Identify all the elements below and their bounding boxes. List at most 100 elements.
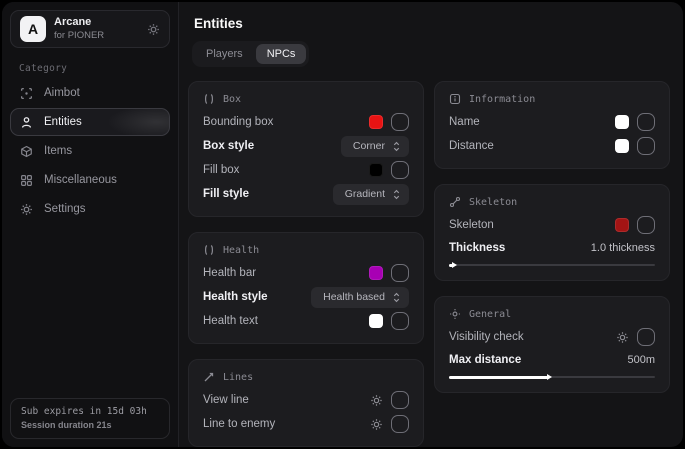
distance-checkbox[interactable] (637, 137, 655, 155)
distance-color-swatch[interactable] (615, 139, 629, 153)
box-card-header: Box (203, 90, 409, 108)
setting-row: Visibility check (449, 325, 655, 349)
setting-row: Health bar (203, 261, 409, 285)
row-label: Fill style (203, 188, 249, 200)
card-title-label: Health (223, 245, 259, 256)
card-title-label: Box (223, 94, 241, 105)
bone-icon (449, 196, 461, 208)
gear-icon[interactable] (370, 394, 383, 407)
skeleton-color-swatch[interactable] (615, 218, 629, 232)
row-label: Line to enemy (203, 418, 275, 430)
sidebar-item-settings[interactable]: Settings (10, 195, 170, 223)
sidebar-item-items[interactable]: Items (10, 137, 170, 165)
row-label: Health bar (203, 267, 256, 279)
cube-icon (20, 144, 34, 158)
lines-card: Lines View line (188, 359, 424, 447)
diagonal-line-icon (203, 371, 215, 383)
sun-icon (449, 308, 461, 320)
entity-icon (20, 115, 34, 129)
general-card-header: General (449, 305, 655, 323)
row-label: Box style (203, 140, 254, 152)
app-subtitle: for PIONER (54, 30, 104, 42)
brand-card: A Arcane for PIONER (10, 10, 170, 48)
subscription-expiry: Sub expires in 15d 03h (21, 406, 159, 417)
general-card: General Visibility check (434, 296, 670, 393)
setting-row: View line (203, 388, 409, 412)
row-label: Bounding box (203, 116, 273, 128)
bounding-box-checkbox[interactable] (391, 113, 409, 131)
bounding-box-color-swatch[interactable] (369, 115, 383, 129)
health-bar-checkbox[interactable] (391, 264, 409, 282)
app-logo: A (20, 16, 46, 42)
fill-box-color-swatch[interactable] (369, 163, 383, 177)
row-label: View line (203, 394, 249, 406)
row-label: Fill box (203, 164, 239, 176)
setting-row: Line to enemy (203, 412, 409, 436)
health-text-checkbox[interactable] (391, 312, 409, 330)
right-column: Information Name Distance (434, 81, 670, 393)
sidebar-item-miscellaneous[interactable]: Miscellaneous (10, 166, 170, 194)
health-bar-color-swatch[interactable] (369, 266, 383, 280)
card-title-label: General (469, 309, 511, 320)
fill-box-checkbox[interactable] (391, 161, 409, 179)
sidebar-nav: Aimbot Entities Items (10, 79, 170, 223)
skeleton-checkbox[interactable] (637, 216, 655, 234)
slider-track (449, 264, 655, 266)
slider-fill (449, 264, 453, 267)
setting-row: Box style Corner (203, 134, 409, 158)
sidebar-item-label: Aimbot (44, 87, 80, 99)
page-title: Entities (194, 16, 670, 31)
tab-players[interactable]: Players (195, 44, 254, 64)
card-title-label: Information (469, 94, 535, 105)
skeleton-card: Skeleton Skeleton Thickness 1.0 thicknes… (434, 184, 670, 281)
app-window: A Arcane for PIONER Category (2, 2, 683, 447)
select-value: Corner (353, 140, 385, 152)
box-style-select[interactable]: Corner (341, 136, 409, 157)
sidebar-item-aimbot[interactable]: Aimbot (10, 79, 170, 107)
max-distance-slider[interactable] (449, 372, 655, 382)
health-text-color-swatch[interactable] (369, 314, 383, 328)
view-line-checkbox[interactable] (391, 391, 409, 409)
information-card: Information Name Distance (434, 81, 670, 169)
line-to-enemy-checkbox[interactable] (391, 415, 409, 433)
subscription-card: Sub expires in 15d 03h Session duration … (10, 398, 170, 439)
slider-handle[interactable] (452, 262, 457, 268)
row-label: Name (449, 116, 480, 128)
app-name: Arcane (54, 16, 104, 30)
skeleton-card-header: Skeleton (449, 193, 655, 211)
gear-icon[interactable] (370, 418, 383, 431)
info-frame-icon (449, 93, 461, 105)
setting-row: Name (449, 110, 655, 134)
thickness-slider[interactable] (449, 260, 655, 270)
unfold-icon (392, 141, 401, 152)
fill-style-select[interactable]: Gradient (333, 184, 409, 205)
brand-text: Arcane for PIONER (54, 16, 104, 42)
tab-bar: Players NPCs (192, 41, 309, 67)
gear-icon[interactable] (616, 331, 629, 344)
health-style-select[interactable]: Health based (311, 287, 409, 308)
main-content: Entities Players NPCs Box (179, 2, 683, 447)
setting-row: Fill box (203, 158, 409, 182)
select-value: Health based (323, 291, 385, 303)
tab-npcs[interactable]: NPCs (256, 44, 307, 64)
name-color-swatch[interactable] (615, 115, 629, 129)
max-distance-value: 500m (627, 354, 655, 366)
visibility-check-checkbox[interactable] (637, 328, 655, 346)
sidebar-item-entities[interactable]: Entities (10, 108, 170, 136)
row-label: Thickness (449, 242, 505, 254)
slider-handle[interactable] (547, 374, 552, 380)
row-label: Max distance (449, 354, 521, 366)
gear-icon (20, 202, 34, 216)
information-card-header: Information (449, 90, 655, 108)
sidebar-item-label: Settings (44, 203, 86, 215)
health-card-header: Health (203, 241, 409, 259)
brackets-icon (203, 244, 215, 256)
row-label: Visibility check (449, 331, 524, 343)
crosshair-icon (20, 86, 34, 100)
row-label: Skeleton (449, 219, 494, 231)
select-value: Gradient (345, 188, 385, 200)
name-checkbox[interactable] (637, 113, 655, 131)
cards-grid: Box Bounding box Box style Corner (188, 81, 670, 447)
gear-icon[interactable] (147, 23, 160, 36)
card-title-label: Skeleton (469, 197, 517, 208)
